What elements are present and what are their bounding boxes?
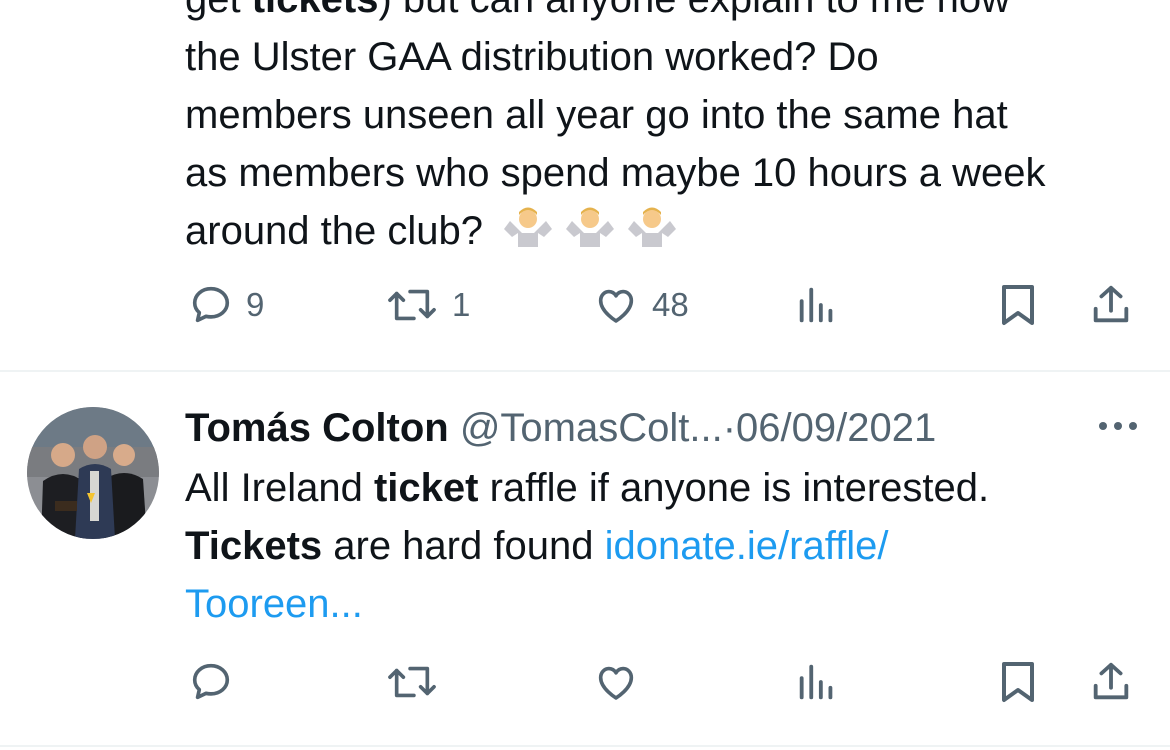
tweet-1-action-bar: 9 1 48 — [0, 275, 1170, 335]
tweet-divider — [0, 370, 1170, 372]
person-shrugging-emoji — [500, 203, 556, 263]
bookmark-button[interactable] — [998, 275, 1038, 335]
person-shrugging-emoji — [562, 203, 618, 263]
tweet-1-line-4: around the club? — [185, 202, 1165, 260]
retweet-count: 1 — [452, 286, 471, 323]
like-button[interactable]: 48 — [592, 275, 689, 335]
tweet-1-line-3: as members who spend maybe 10 hours a we… — [185, 151, 1046, 195]
share-icon — [1088, 281, 1134, 329]
tweet-1-line-1: the Ulster GAA distribution worked? Do — [185, 35, 879, 79]
meta-separator: · — [722, 406, 737, 450]
like-icon — [592, 282, 640, 328]
bookmark-icon — [998, 658, 1038, 706]
like-count: 48 — [652, 286, 689, 323]
reply-icon — [188, 659, 234, 705]
more-icon — [1096, 419, 1140, 437]
highlight-ticket: ticket — [373, 466, 479, 510]
share-button[interactable] — [1088, 275, 1134, 335]
tweet-2-line-1: Tickets are hard found idonate.ie/raffle… — [185, 524, 889, 568]
retweet-button[interactable] — [384, 652, 452, 712]
tweet-2-line-2: Tooreen... — [185, 575, 1165, 633]
author-handle[interactable]: @TomasColt... — [460, 406, 723, 450]
tweet-2-header: Tomás Colton @TomasColt...·06/09/2021 — [185, 402, 936, 454]
share-icon — [1088, 658, 1134, 706]
author-name[interactable]: Tomás Colton — [185, 406, 449, 450]
reply-icon — [188, 282, 234, 328]
tweet-1-line-0: get tickets) but can anyone explain to m… — [185, 0, 1165, 28]
bookmark-button[interactable] — [998, 652, 1038, 712]
highlight-tickets: tickets — [252, 0, 379, 21]
views-button[interactable] — [795, 275, 839, 335]
person-shrugging-emoji — [624, 203, 680, 263]
tweet-2-action-bar — [0, 652, 1170, 712]
tweet-2-line-0: All Ireland ticket raffle if anyone is i… — [185, 466, 990, 510]
like-button[interactable] — [592, 652, 652, 712]
like-icon — [592, 659, 640, 705]
bookmark-icon — [998, 281, 1038, 329]
reply-button[interactable] — [188, 652, 246, 712]
retweet-icon — [384, 282, 440, 328]
reply-button[interactable]: 9 — [188, 275, 264, 335]
views-icon — [795, 659, 839, 705]
retweet-icon — [384, 659, 440, 705]
tweet-1-text: get tickets) but can anyone explain to m… — [185, 0, 1165, 260]
highlight-tickets: Tickets — [185, 524, 323, 568]
reply-count: 9 — [246, 286, 265, 323]
more-options-button[interactable] — [1093, 413, 1143, 443]
retweet-button[interactable]: 1 — [384, 275, 470, 335]
avatar[interactable] — [27, 407, 159, 539]
tweet-divider — [0, 745, 1170, 747]
tweet-1-line-2: members unseen all year go into the same… — [185, 93, 1008, 137]
tweet-date[interactable]: 06/09/2021 — [736, 406, 936, 450]
raffle-link-continued[interactable]: Tooreen... — [185, 582, 363, 626]
raffle-link[interactable]: idonate.ie/raffle/ — [605, 524, 889, 568]
views-icon — [795, 282, 839, 328]
views-button[interactable] — [795, 652, 839, 712]
share-button[interactable] — [1088, 652, 1134, 712]
tweet-2-text: All Ireland ticket raffle if anyone is i… — [185, 459, 1165, 633]
